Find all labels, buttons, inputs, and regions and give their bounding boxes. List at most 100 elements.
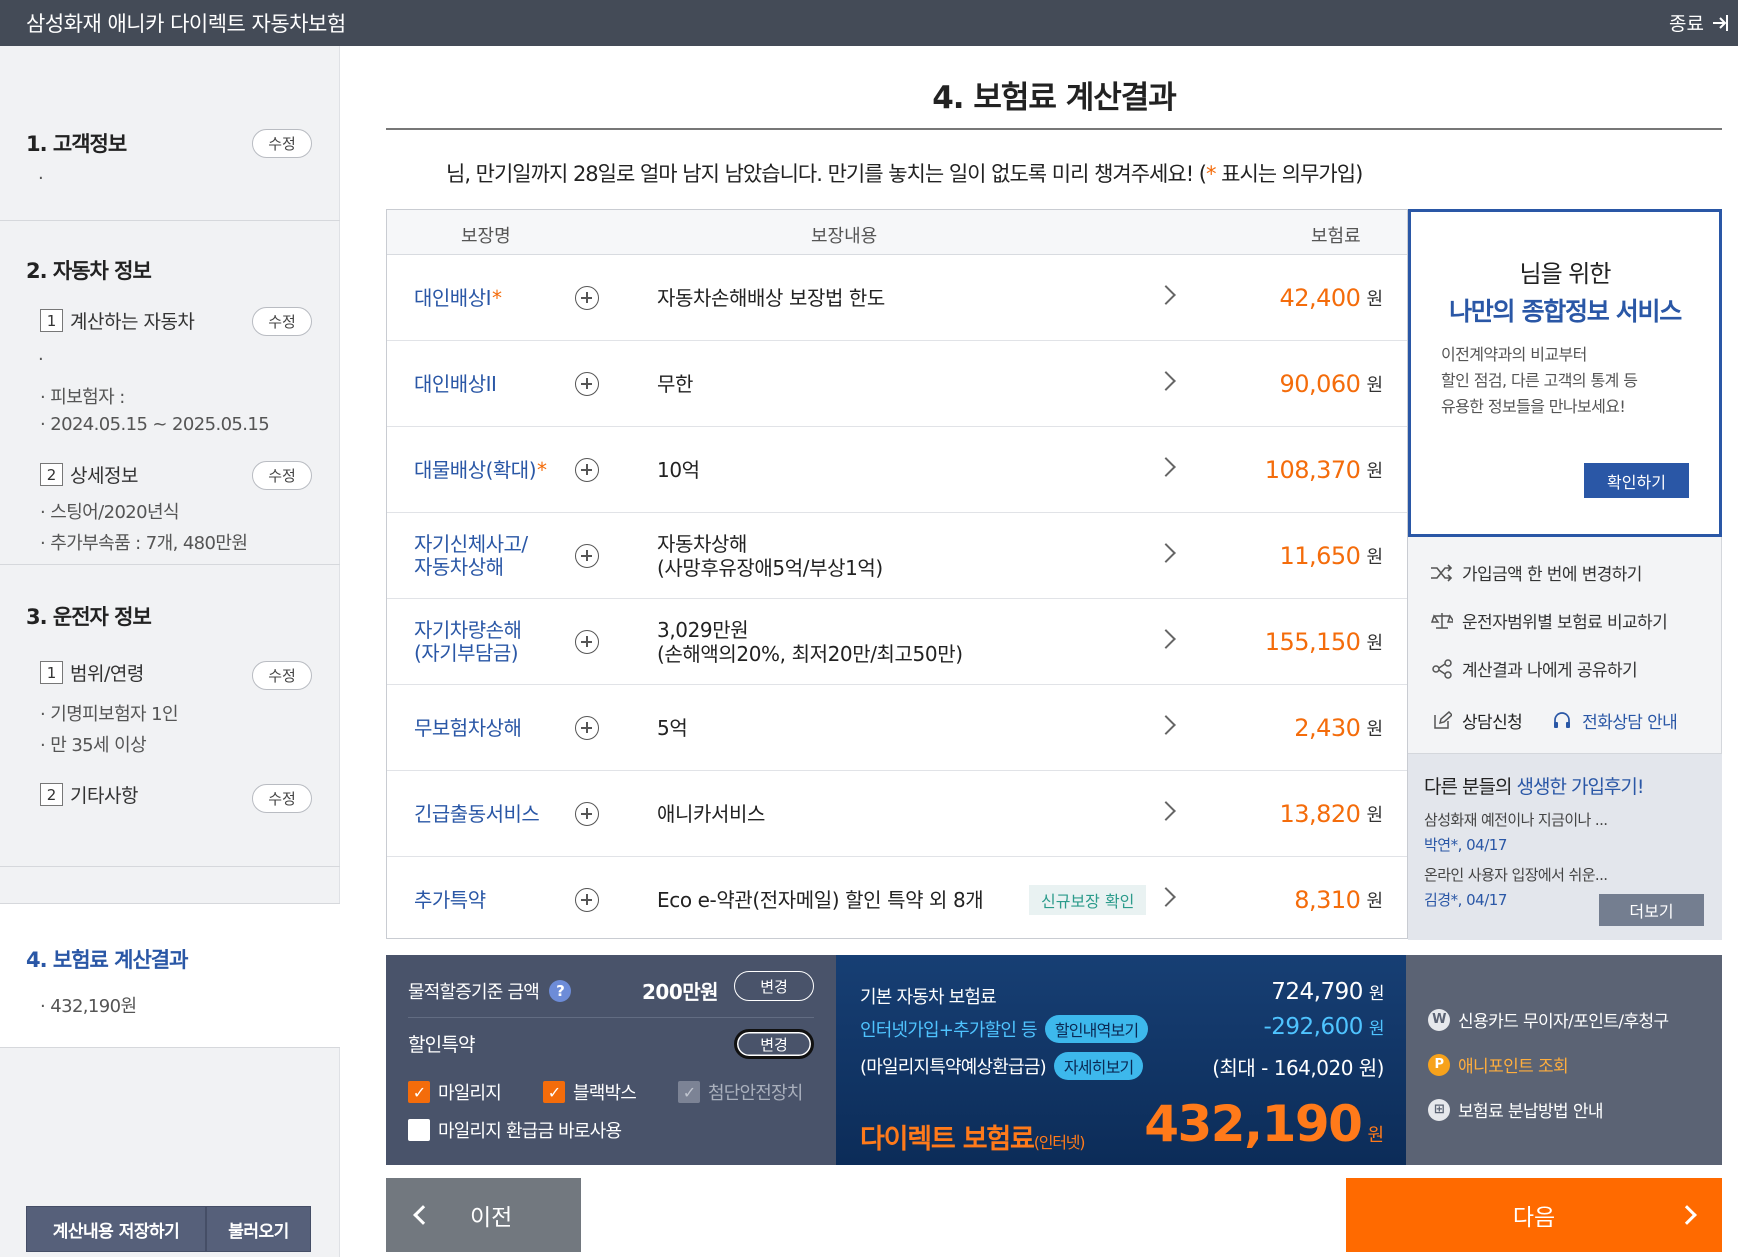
table-row: 대인배상II 무한 90,060 원 — [387, 341, 1407, 427]
coverage-desc: 자동차손해배상 보장법 한도 — [657, 255, 885, 341]
new-coverage-tag[interactable]: 신규보장 확인 — [1029, 885, 1147, 915]
coverage-name: 자기차량손해 — [414, 618, 522, 642]
coverage-name-cell[interactable]: 긴급출동서비스 — [414, 771, 540, 857]
coverage-name-cell[interactable]: 대인배상II — [414, 341, 497, 427]
premium-amount: 11,650 — [1279, 542, 1361, 570]
phone-link[interactable]: 전화상담 안내 — [1550, 708, 1678, 733]
result-amount: 432,190원 — [40, 992, 137, 1018]
exit-button[interactable]: 종료 — [1669, 9, 1730, 36]
consult-link[interactable]: 상담신청 — [1430, 708, 1523, 733]
coverage-desc: 무한 — [657, 341, 693, 427]
edit-other-button[interactable]: 수정 — [252, 784, 312, 813]
plus-circle-icon[interactable] — [575, 888, 599, 912]
mileage-checkbox[interactable]: ✓ 마일리지 — [408, 1079, 502, 1105]
edit-detail-button[interactable]: 수정 — [252, 461, 312, 490]
shuffle-icon — [1430, 563, 1454, 583]
save-calc-button[interactable]: 계산내용 저장하기 — [26, 1206, 206, 1252]
plus-circle-icon[interactable] — [575, 544, 599, 568]
premium-cell: 8,310 원 — [1294, 857, 1383, 943]
age-text: 만 35세 이상 — [40, 731, 146, 757]
card-link[interactable]: W 신용카드 무이자/포인트/후청구 — [1428, 1007, 1669, 1032]
plus-circle-icon[interactable] — [575, 716, 599, 740]
app-title: 삼성화재 애니카 다이렉트 자동차보험 — [26, 12, 346, 36]
review-text[interactable]: 삼성화재 예전이나 지금이나 ... — [1424, 809, 1608, 830]
premium-cell: 42,400 원 — [1279, 255, 1383, 341]
blackbox-checkbox[interactable]: ✓ 블랙박스 — [543, 1079, 637, 1105]
step-customer: 1. 고객정보 수정 · — [0, 46, 340, 221]
chevron-right-icon[interactable] — [1156, 457, 1176, 477]
share-result-link[interactable]: 계산결과 나에게 공유하기 — [1430, 656, 1638, 681]
more-reviews-button[interactable]: 더보기 — [1599, 894, 1704, 926]
compare-driver-link[interactable]: 운전자범위별 보험료 비교하기 — [1430, 608, 1668, 633]
mileage-detail-button[interactable]: 자세히보기 — [1053, 1052, 1144, 1080]
col-header: 보장내용 — [811, 226, 878, 247]
plus-circle-icon[interactable] — [575, 372, 599, 396]
coverage-desc: 10억 — [657, 427, 700, 513]
coverage-desc-line1: 자동차손해배상 보장법 한도 — [657, 286, 885, 310]
load-calc-button[interactable]: 불러오기 — [206, 1206, 311, 1252]
won-unit: 원 — [1366, 461, 1383, 482]
plus-circle-icon[interactable] — [575, 286, 599, 310]
edit-range-button[interactable]: 수정 — [252, 661, 312, 690]
promo-desc-line: 이전계약과의 비교부터 — [1441, 345, 1587, 364]
amount-value: -292,600 — [1263, 1014, 1363, 1040]
edit-icon — [1430, 710, 1454, 731]
discount-detail-button[interactable]: 할인내역보기 — [1044, 1015, 1149, 1043]
phone-label: 전화상담 안내 — [1582, 713, 1678, 733]
installment-link[interactable]: ⊞ 보험료 분납방법 안내 — [1428, 1097, 1604, 1122]
chevron-right-icon[interactable] — [1156, 285, 1176, 305]
chevron-right-icon[interactable] — [1156, 801, 1176, 821]
review-text[interactable]: 온라인 사용자 입장에서 쉬운... — [1424, 864, 1608, 885]
link-label: 가입금액 한 번에 변경하기 — [1462, 565, 1642, 585]
step-result-active: 4. 보험료 계산결과 432,190원 — [0, 903, 340, 1048]
parts-text: 추가부속품 : 7개, 480만원 — [40, 529, 248, 555]
won-unit: 원 — [1368, 1019, 1385, 1039]
chevron-left-icon — [413, 1205, 433, 1225]
plus-circle-icon[interactable] — [575, 458, 599, 482]
edit-calc-car-button[interactable]: 수정 — [252, 307, 312, 336]
check-icon: ✓ — [408, 1081, 430, 1103]
confirm-button[interactable]: 확인하기 — [1584, 463, 1689, 498]
change-material-button[interactable]: 변경 — [734, 971, 814, 1001]
premium-summary: 기본 자동차 보험료 724,790 원 인터넷가입+추가할인 등 할인내역보기 … — [836, 955, 1406, 1165]
customer-detail: · — [38, 168, 44, 189]
coverage-name-cell[interactable]: 자기신체사고/자동차상해 — [414, 513, 528, 599]
checkbox-label: 블랙박스 — [573, 1083, 637, 1104]
calc-car-dot: · — [38, 349, 44, 370]
premium-cell: 13,820 원 — [1279, 771, 1383, 857]
coverage-name-cell[interactable]: 대물배상(확대) * — [414, 427, 547, 513]
change-amount-link[interactable]: 가입금액 한 번에 변경하기 — [1430, 560, 1642, 585]
mileage-refund-checkbox[interactable]: 마일리지 환급금 바로사용 — [408, 1117, 622, 1143]
chevron-right-icon[interactable] — [1156, 715, 1176, 735]
plus-circle-icon[interactable] — [575, 802, 599, 826]
plus-circle-icon[interactable] — [575, 630, 599, 654]
coverage-name-cell[interactable]: 대인배상I * — [414, 255, 502, 341]
coverage-name: 대인배상I — [414, 285, 492, 310]
prev-button[interactable]: 이전 — [386, 1178, 581, 1252]
coverage-name: 긴급출동서비스 — [414, 801, 540, 826]
coverage-name-line2: 자동차상해 — [414, 555, 504, 579]
service-promo: 님을 위한 나만의 종합정보 서비스 이전계약과의 비교부터 할인 점검, 다른… — [1408, 209, 1722, 537]
point-icon: P — [1428, 1053, 1450, 1076]
chevron-right-icon[interactable] — [1156, 887, 1176, 907]
coverage-desc-line1: 애니카서비스 — [657, 802, 765, 826]
coverage-name-cell[interactable]: 무보험차상해 — [414, 685, 522, 771]
edit-customer-button[interactable]: 수정 — [252, 129, 312, 158]
discount-panel: 물적할증기준 금액 ? 200만원 변경 할인특약 변경 ✓ 마일리지 ✓ 블랙… — [386, 955, 836, 1165]
point-link[interactable]: P 애니포인트 조회 — [1428, 1052, 1569, 1077]
help-icon[interactable]: ? — [549, 980, 572, 1002]
chevron-right-icon[interactable] — [1156, 543, 1176, 563]
col-header: 보장명 — [461, 226, 511, 247]
won-unit: 원 — [1366, 805, 1383, 826]
chevron-right-icon[interactable] — [1156, 371, 1176, 391]
sub-range: 1 범위/연령 — [40, 659, 144, 686]
model-text: 스팅어/2020년식 — [40, 498, 179, 524]
chevron-right-icon[interactable] — [1156, 629, 1176, 649]
coverage-name-cell[interactable]: 추가특약 — [414, 857, 486, 943]
next-button[interactable]: 다음 — [1346, 1178, 1722, 1252]
premium-cell: 155,150 원 — [1265, 599, 1383, 685]
table-header: 보장명 보장내용 보험료 — [387, 210, 1407, 255]
coverage-name-cell[interactable]: 자기차량손해 (자기부담금) — [414, 599, 522, 685]
change-special-button[interactable]: 변경 — [734, 1029, 814, 1059]
won-unit: 원 — [1366, 375, 1383, 396]
